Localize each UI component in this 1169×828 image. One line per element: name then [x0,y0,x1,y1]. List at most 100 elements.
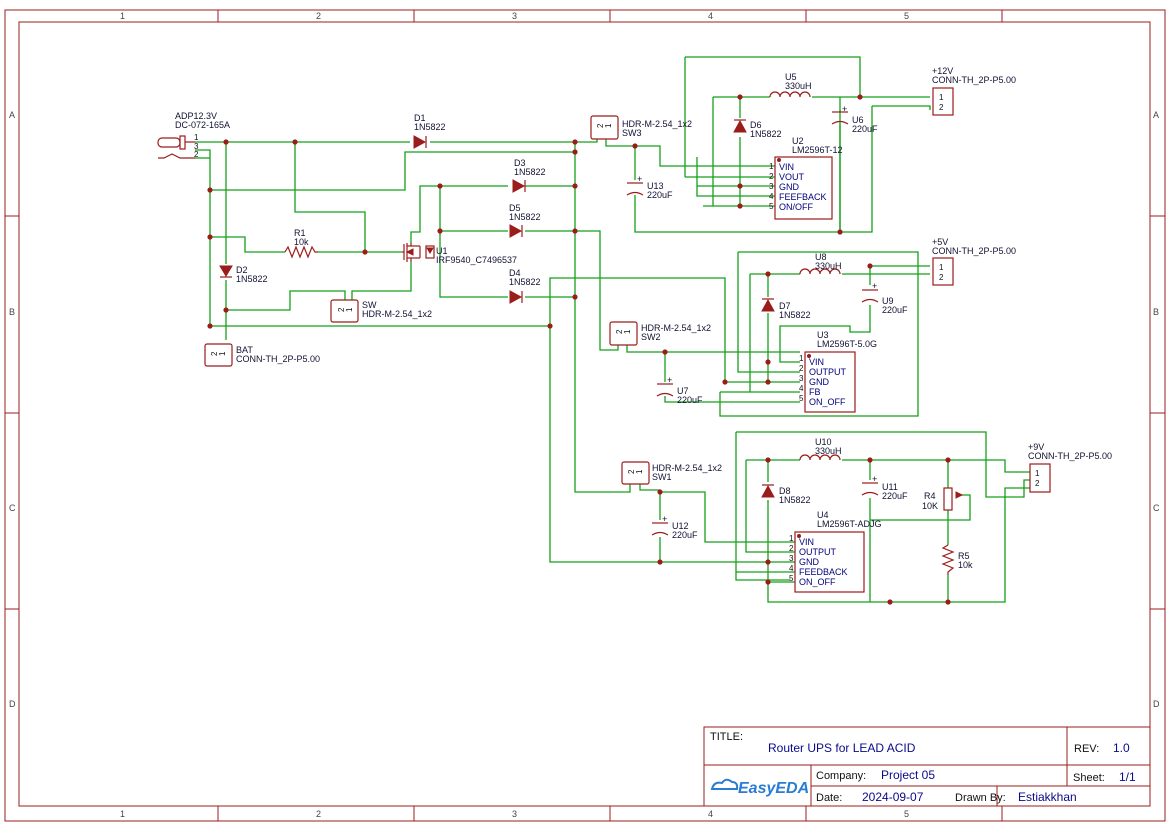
date-label: Date: [816,792,842,804]
capacitor-u6: + U6 220uF [831,104,878,134]
zone-row-c-left: C [9,503,16,513]
svg-text:5: 5 [769,202,774,211]
svg-text:+: + [872,474,877,484]
svg-text:1: 1 [789,534,794,543]
out9-value: CONN-TH_2P-P5.00 [1028,451,1112,461]
u3-pin-fb: FB [809,387,821,397]
svg-text:2: 2 [939,273,944,282]
logo-text: EasyEDA [738,780,809,797]
u4-pin-output: OUTPUT [799,547,837,557]
zone-row-b-left: B [9,307,15,317]
svg-text:+: + [872,281,877,291]
svg-text:2: 2 [1035,479,1040,488]
inductor-u10: U10 330uH [799,437,842,461]
zone-row-d-right: D [1153,699,1160,709]
title-block: TITLE: Router UPS for LEAD ACID REV: 1.0… [703,726,1151,807]
d8-value: 1N5822 [779,495,811,505]
u7-value: 220uF [677,395,703,405]
connector-12v: 1 2 +12V CONN-TH_2P-P5.00 [932,66,1016,116]
sheet-value: 1/1 [1119,770,1136,784]
svg-text:3: 3 [769,182,774,191]
svg-text:1: 1 [1035,469,1040,478]
svg-text:2: 2 [799,364,804,373]
u3-pin-gnd: GND [809,377,830,387]
svg-text:1: 1 [635,469,644,474]
u2-pin-gnd: GND [779,182,800,192]
inductor-u8: U8 330uH [799,252,842,275]
title-value: Router UPS for LEAD ACID [768,741,916,755]
u4-pin-gnd: GND [799,557,820,567]
date-value: 2024-09-07 [862,790,924,804]
svg-text:1: 1 [939,263,944,272]
svg-text:1: 1 [623,329,632,334]
u5-value: 330uH [785,81,812,91]
zone-row-b-right: B [1153,307,1159,317]
svg-text:+: + [842,104,847,114]
zone-labels: 1 2 3 4 5 1 2 3 4 5 A B C D A B C D [9,11,1160,819]
schematic-sheet: 1 2 3 4 5 1 2 3 4 5 A B C D A B C D TITL… [4,9,1166,822]
connector-9v: 1 2 +9V CONN-TH_2P-P5.00 [1028,442,1112,493]
zone-col-4-top: 4 [708,11,713,21]
adp-value: DC-072-165A [175,120,230,130]
svg-text:1: 1 [218,351,227,356]
u3-pin-onoff: ON_OFF [809,397,846,407]
diode-d3: D3 1N5822 [512,158,546,193]
rev-label: REV: [1074,743,1099,755]
u4-value: LM2596T-ADJG [817,519,882,529]
capacitor-u9: + U9 220uF [861,281,908,315]
diode-d1: D1 1N5822 [413,113,446,149]
u3-value: LM2596T-5.0G [817,339,877,349]
zone-row-a-right: A [1153,110,1159,120]
sw3-name: SW3 [622,128,642,138]
svg-text:1: 1 [799,354,804,363]
u3-pin-output: OUTPUT [809,367,847,377]
u1-value: IRF9540_C7496537 [436,255,517,265]
u3-pin-vin: VIN [809,357,824,367]
zone-col-2-top: 2 [316,11,321,21]
svg-text:5: 5 [789,574,794,583]
u6-value: 220uF [852,124,878,134]
out5-value: CONN-TH_2P-P5.00 [932,246,1016,256]
resistor-r1: R1 10k [284,228,318,259]
connector-5v: 1 2 +5V CONN-TH_2P-P5.00 [932,237,1016,286]
svg-text:+: + [637,174,642,184]
connector-bat: 2 1 BAT CONN-TH_2P-P5.00 [204,343,320,367]
svg-text:4: 4 [789,564,794,573]
diode-d8: D8 1N5822 [761,484,811,505]
d3-value: 1N5822 [514,167,546,177]
sheet-label: Sheet: [1073,772,1105,784]
zone-col-1-top: 1 [120,11,125,21]
svg-text:3: 3 [789,554,794,563]
u13-value: 220uF [647,190,673,200]
sw-value: HDR-M-2.54_1x2 [362,309,432,319]
sheet-frame [4,9,1166,822]
d6-value: 1N5822 [750,129,782,139]
title-label: TITLE: [710,731,743,743]
svg-text:3: 3 [799,374,804,383]
mosfet-u1: U1 IRF9540_C7496537 [402,243,517,265]
svg-text:1: 1 [939,93,944,102]
drawn-by-value: Estiakkhan [1018,790,1077,804]
capacitor-u12: + U12 220uF [651,514,698,540]
bat-value: CONN-TH_2P-P5.00 [236,354,320,364]
adp-pin-1: 1 [194,133,199,142]
u2-pin-onoff: ON/OFF [779,202,813,212]
dc-jack-adp: ADP12.3V DC-072-165A 1 3 2 [157,111,230,159]
diode-d4: D4 1N5822 [509,268,541,304]
zone-col-3-bottom: 3 [512,809,517,819]
zone-row-a-left: A [9,110,15,120]
drawn-by-label: Drawn By: [955,792,1006,804]
diode-d7: D7 1N5822 [761,298,811,320]
svg-text:+: + [662,514,667,524]
d1-value: 1N5822 [414,122,446,132]
u2-pin-feedback: FEEFBACK [779,192,827,202]
u2-value: LM2596T-12 [792,145,843,155]
zone-col-4-bottom: 4 [708,809,713,819]
u4-pin-vin: VIN [799,537,814,547]
company-value: Project 05 [881,768,935,782]
header-sw2: 2 1 HDR-M-2.54_1x2 SW2 [609,321,711,346]
d4-value: 1N5822 [509,277,541,287]
regulator-u3: U3 LM2596T-5.0G 1 2 3 4 5 VIN OUTPUT GND… [799,330,877,413]
regulator-u2: U2 LM2596T-12 1 2 3 4 5 VIN VOUT GND FEE… [769,136,843,220]
svg-text:1: 1 [345,307,354,312]
